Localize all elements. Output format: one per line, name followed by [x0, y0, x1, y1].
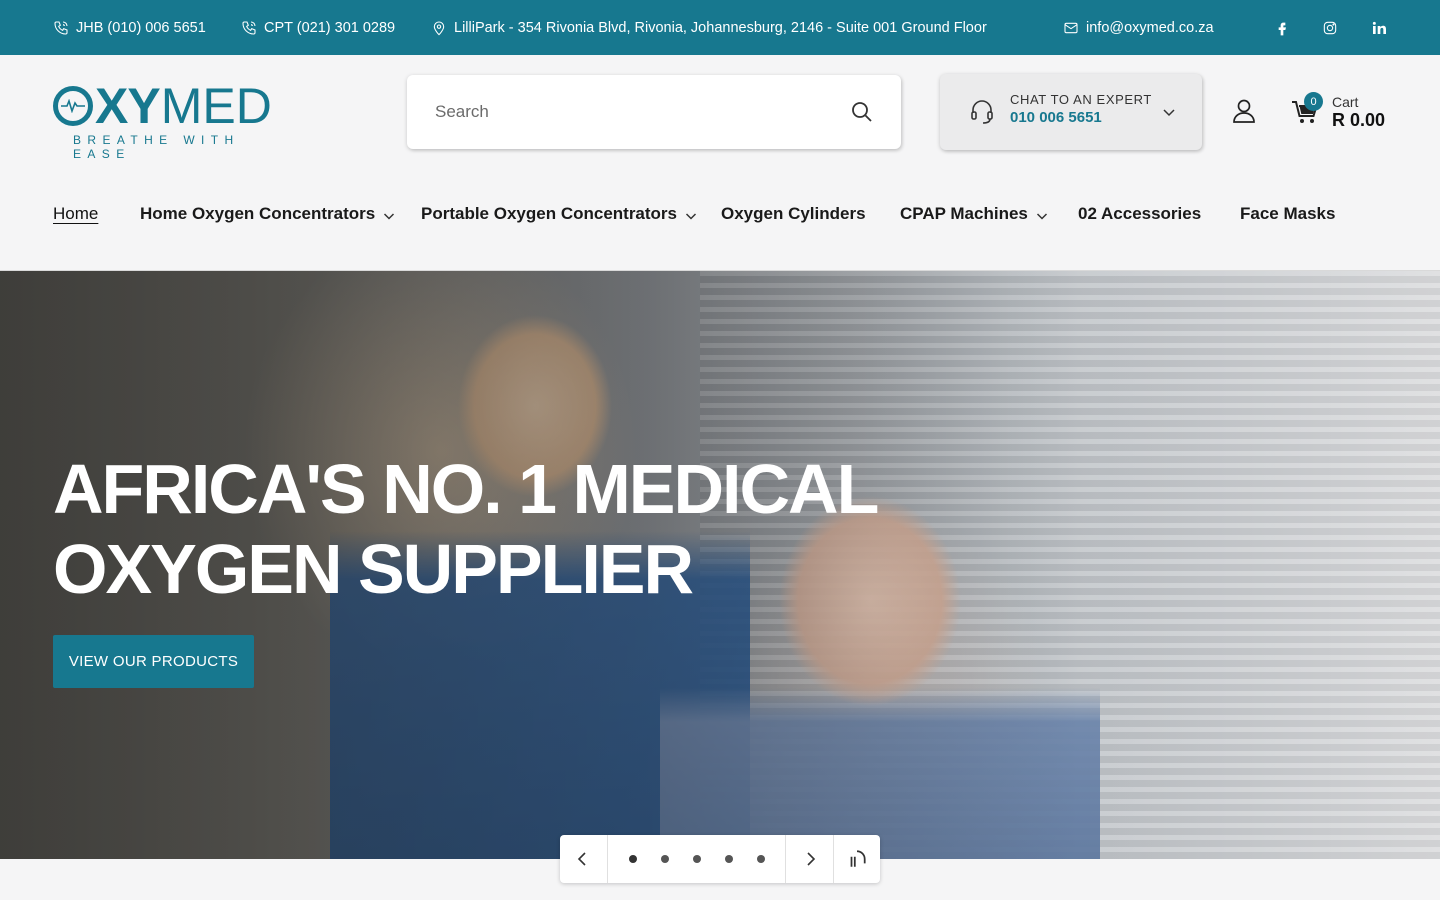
pause-icon [850, 850, 866, 867]
slide-dot[interactable] [692, 855, 701, 863]
address-text: LilliPark - 354 Rivonia Blvd, Rivonia, J… [454, 19, 987, 36]
nav-label: Home [53, 204, 99, 223]
logo-med: MED [160, 78, 272, 134]
linkedin-icon [1372, 21, 1386, 34]
pause-slideshow-button[interactable] [833, 835, 880, 883]
next-slide-button[interactable] [786, 835, 833, 883]
view-products-button[interactable]: VIEW OUR PRODUCTS [53, 635, 254, 688]
chevron-right-icon [807, 852, 815, 866]
hero-heading-line1: AFRICA'S NO. 1 MEDICAL [53, 450, 879, 528]
logo-tagline: BREATHE WITH EASE [73, 133, 240, 161]
facebook-link[interactable] [1270, 0, 1294, 55]
search-box [407, 75, 901, 149]
jhb-phone-text: JHB (010) 006 5651 [76, 19, 206, 36]
nav-item-home-oxygen-concentrators[interactable]: Home Oxygen Concentrators [140, 193, 395, 235]
slide-dot[interactable] [724, 855, 733, 863]
user-icon [1233, 99, 1255, 123]
slide-dot[interactable] [660, 855, 669, 863]
mail-icon [1064, 22, 1078, 33]
chat-to-expert-dropdown[interactable]: CHAT TO AN EXPERT 010 006 5651 [940, 74, 1202, 150]
search-input[interactable] [407, 75, 837, 149]
hero-banner: AFRICA'S NO. 1 MEDICAL OXYGEN SUPPLIER V… [0, 271, 1440, 859]
nav-label: Home Oxygen Concentrators [140, 204, 376, 223]
account-button[interactable] [1230, 97, 1260, 127]
top-contact-bar: JHB (010) 006 5651 CPT (021) 301 0289 Li… [0, 0, 1440, 55]
slide-dot[interactable] [628, 855, 637, 863]
chevron-down-icon [685, 212, 697, 220]
chevron-down-icon [384, 212, 395, 220]
jhb-phone-link[interactable]: JHB (010) 006 5651 [53, 0, 206, 55]
chevron-down-icon [1036, 212, 1047, 220]
hero-heading-line2: OXYGEN SUPPLIER [53, 530, 694, 608]
headset-icon [968, 98, 996, 126]
cart-count-badge: 0 [1304, 92, 1323, 111]
logo-wordmark: XY MED [53, 81, 303, 131]
slide-dot[interactable] [756, 855, 765, 863]
expert-label: CHAT TO AN EXPERT [1010, 92, 1152, 107]
main-navigation: Home Home Oxygen Concentrators Portable … [0, 193, 1440, 235]
map-pin-icon [433, 21, 445, 35]
previous-slide-button[interactable] [560, 835, 607, 883]
instagram-icon [1323, 21, 1337, 34]
facebook-icon [1278, 22, 1286, 35]
nav-item-home[interactable]: Home [53, 193, 98, 235]
nav-item-face-masks[interactable]: Face Masks [1240, 193, 1335, 235]
slideshow-controls [560, 835, 880, 883]
cpt-phone-link[interactable]: CPT (021) 301 0289 [241, 0, 395, 55]
linkedin-link[interactable] [1367, 0, 1391, 55]
nav-item-portable-oxygen-concentrators[interactable]: Portable Oxygen Concentrators [421, 193, 697, 235]
search-icon [852, 102, 872, 122]
chevron-left-icon [578, 852, 586, 866]
instagram-link[interactable] [1318, 0, 1342, 55]
nav-item-oxygen-cylinders[interactable]: Oxygen Cylinders [721, 193, 866, 235]
cart-total: R 0.00 [1332, 110, 1386, 130]
nav-label: Face Masks [1240, 204, 1336, 223]
nav-label: Portable Oxygen Concentrators [421, 204, 678, 223]
address-link[interactable]: LilliPark - 354 Rivonia Blvd, Rivonia, J… [431, 0, 987, 55]
logo-xy: XY [95, 78, 161, 134]
hero-heading: AFRICA'S NO. 1 MEDICAL OXYGEN SUPPLIER [53, 449, 953, 609]
slide-dots [606, 835, 787, 883]
nav-label: Oxygen Cylinders [721, 204, 866, 223]
nav-item-o2-accessories[interactable]: 02 Accessories [1078, 193, 1201, 235]
email-text: info@oxymed.co.za [1086, 19, 1214, 36]
cart-label: Cart [1332, 94, 1359, 110]
phone-icon [242, 20, 256, 35]
heartbeat-icon [53, 86, 93, 126]
nav-label: CPAP Machines [900, 204, 1028, 223]
expert-number: 010 006 5651 [1010, 109, 1102, 126]
oxymed-logo[interactable]: XY MED BREATHE WITH EASE [53, 81, 303, 161]
cpt-phone-text: CPT (021) 301 0289 [264, 19, 396, 36]
nav-label: 02 Accessories [1078, 204, 1202, 223]
chevron-down-icon [1162, 105, 1176, 119]
site-header: XYMED BREATHE WITH EASE CHAT TO AN EXPER… [0, 55, 1440, 271]
email-link[interactable]: info@oxymed.co.za [1063, 0, 1214, 55]
search-button[interactable] [847, 97, 877, 127]
phone-icon [54, 20, 68, 35]
nav-item-cpap-machines[interactable]: CPAP Machines [900, 193, 1048, 235]
cart-button[interactable]: 0 Cart R 0.00 [1288, 91, 1398, 135]
